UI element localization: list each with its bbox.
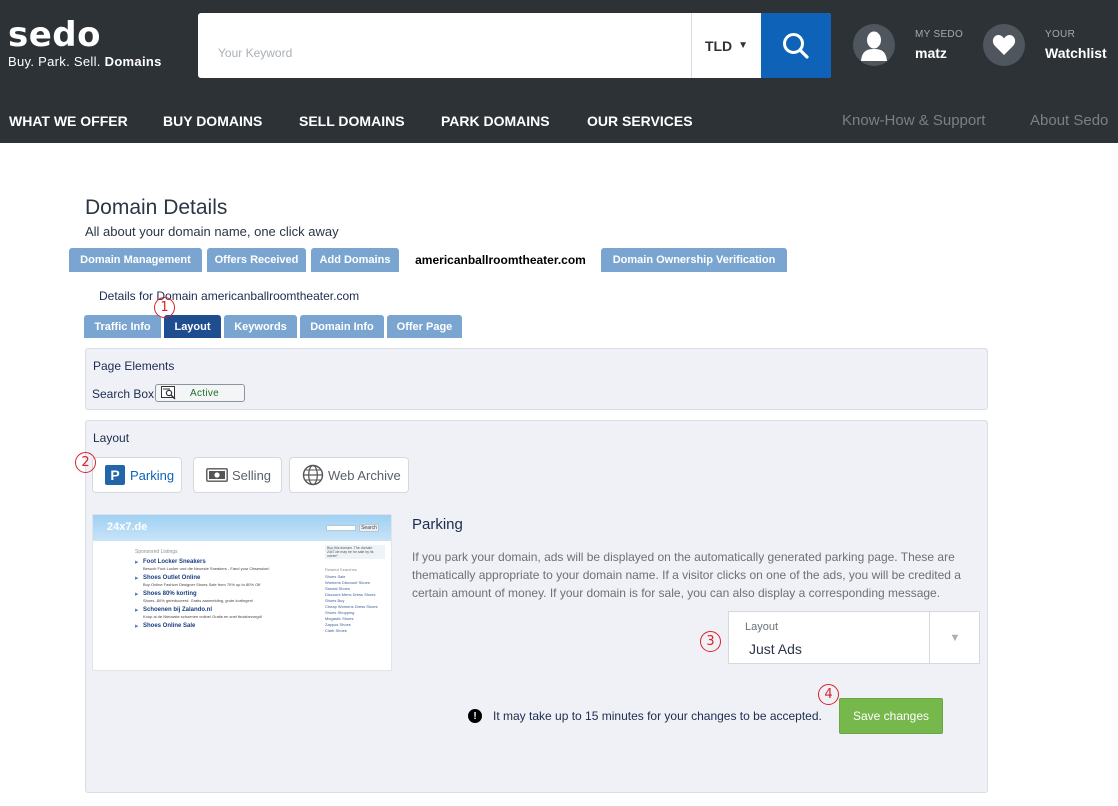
layout-title: Layout bbox=[93, 431, 130, 445]
my-sedo-caption: MY SEDO bbox=[915, 29, 964, 40]
watchlist-text: YOUR Watchlist bbox=[1045, 29, 1107, 61]
nav-know-how-support[interactable]: Know-How & Support bbox=[842, 112, 985, 129]
sedo-logo[interactable]: sedo Buy. Park. Sell. Domains bbox=[8, 18, 162, 69]
app-root: sedo Buy. Park. Sell. Domains TLD ▼ bbox=[0, 0, 1118, 806]
heart-icon bbox=[983, 24, 1025, 66]
tab-keywords[interactable]: Keywords bbox=[224, 315, 297, 338]
preview-listing: Shoes Outlet OnlineBuy Online Fashion De… bbox=[135, 574, 315, 587]
keyword-search-input[interactable] bbox=[198, 13, 691, 78]
tab-offer-page[interactable]: Offer Page bbox=[387, 315, 462, 338]
search-box-state: Active bbox=[190, 387, 220, 399]
preview-listings: Sponsored Listings Foot Locker SneakersB… bbox=[135, 549, 315, 634]
tab-layout[interactable]: Layout bbox=[164, 315, 221, 338]
preview-listing-title: Schoenen bij Zalando.nl bbox=[143, 607, 213, 613]
nav-our-services[interactable]: OUR SERVICES bbox=[587, 113, 693, 129]
tab-domain-management[interactable]: Domain Management bbox=[69, 248, 202, 272]
layout-option-selling-label: Selling bbox=[232, 467, 272, 483]
tab-traffic-info[interactable]: Traffic Info bbox=[84, 315, 161, 338]
preview-listing: Shoes Online Sale bbox=[135, 622, 315, 630]
save-changes-button[interactable]: Save changes bbox=[839, 698, 943, 734]
my-sedo-link[interactable]: MY SEDO matz bbox=[853, 24, 963, 66]
page-title: Domain Details bbox=[85, 196, 228, 219]
dropdown-arrow-icon: ▼ bbox=[929, 612, 980, 663]
tab-add-domains[interactable]: Add Domains bbox=[311, 248, 399, 272]
preview-logo: 24x7.de bbox=[107, 521, 148, 533]
watchlist-link[interactable]: YOUR Watchlist bbox=[983, 24, 1107, 66]
preview-listing: Shoes 80% kortingShoes -80% gereduceerd.… bbox=[135, 590, 315, 603]
tld-label: TLD bbox=[704, 37, 733, 54]
preview-search-button: Search bbox=[359, 524, 379, 532]
tab-current-domain[interactable]: americanballroomtheater.com bbox=[404, 248, 597, 272]
callout-marker: 4 bbox=[818, 684, 839, 705]
my-sedo-text: MY SEDO matz bbox=[915, 29, 963, 61]
parking-heading: Parking bbox=[412, 516, 463, 533]
parking-description: If you park your domain, ads will be dis… bbox=[412, 550, 961, 600]
nav-about-sedo[interactable]: About Sedo bbox=[1030, 112, 1108, 129]
preview-header: 24x7.de Search bbox=[93, 515, 391, 541]
callout-marker: 3 bbox=[700, 631, 721, 652]
search-button[interactable] bbox=[761, 13, 831, 78]
tab-domain-ownership-verification[interactable]: Domain Ownership Verification bbox=[601, 248, 787, 272]
preview-listing-desc: Buy Online Fashion Designer Shoes Sale f… bbox=[143, 582, 261, 587]
notice-message: ! It may take up to 15 minutes for your … bbox=[468, 709, 822, 723]
tagline-bold: Domains bbox=[104, 54, 162, 69]
preview-listing-desc: Koop al de Nieuwste schoenen online! Gra… bbox=[143, 614, 262, 619]
username: matz bbox=[915, 45, 947, 61]
parking-page-preview: 24x7.de Search Sponsored Listings Foot L… bbox=[92, 514, 392, 671]
layout-option-selling[interactable]: Selling bbox=[193, 457, 282, 493]
callout-marker: 1 bbox=[154, 297, 175, 318]
search-box-toggle[interactable]: Active bbox=[155, 384, 245, 402]
details-for-domain: Details for Domain americanballroomtheat… bbox=[99, 289, 360, 303]
nav-what-we-offer[interactable]: WHAT WE OFFER bbox=[9, 113, 128, 129]
preview-listing: Foot Locker SneakersBesuch Foot Locker u… bbox=[135, 558, 315, 571]
tld-dropdown[interactable]: TLD ▼ bbox=[691, 13, 761, 78]
preview-listings-header: Sponsored Listings bbox=[135, 549, 178, 555]
caret-down-icon: ▼ bbox=[738, 40, 749, 51]
preview-listing-title: Foot Locker Sneakers bbox=[143, 559, 206, 565]
preview-listing: Schoenen bij Zalando.nlKoop al de Nieuws… bbox=[135, 606, 315, 619]
logo-tagline: Buy. Park. Sell. Domains bbox=[8, 54, 162, 69]
nav-park-domains[interactable]: PARK DOMAINS bbox=[441, 113, 550, 129]
layout-option-parking[interactable]: P Parking bbox=[92, 457, 182, 493]
watchlist-caption: YOUR bbox=[1045, 29, 1076, 40]
page-elements-title: Page Elements bbox=[93, 359, 175, 373]
parking-icon: P bbox=[105, 465, 125, 485]
top-header: sedo Buy. Park. Sell. Domains TLD ▼ bbox=[0, 0, 1118, 143]
preview-search-field bbox=[326, 525, 356, 531]
money-icon bbox=[206, 468, 228, 482]
callout-marker: 2 bbox=[75, 452, 96, 473]
search-box-label: Search Box bbox=[92, 387, 155, 401]
preview-listing-title: Shoes 80% korting bbox=[143, 591, 197, 597]
logo-brand: sedo bbox=[8, 15, 101, 55]
search-icon bbox=[783, 32, 809, 59]
search-box-icon bbox=[160, 385, 178, 401]
preview-sidebar: Buy this domain. The domain 24x7.de may … bbox=[325, 545, 385, 634]
layout-select[interactable]: Layout Just Ads ▼ bbox=[728, 611, 980, 664]
watchlist-label: Watchlist bbox=[1045, 45, 1107, 61]
search-bar: TLD ▼ bbox=[198, 13, 831, 78]
layout-option-parking-label: Parking bbox=[130, 467, 175, 483]
preview-listing-title: Shoes Online Sale bbox=[143, 623, 196, 629]
tagline-prefix: Buy. Park. Sell. bbox=[8, 54, 105, 69]
tab-offers-received[interactable]: Offers Received bbox=[207, 248, 306, 272]
preview-side-header: Related Searches bbox=[325, 567, 357, 572]
user-avatar-icon bbox=[853, 24, 895, 66]
notice-text: It may take up to 15 minutes for your ch… bbox=[493, 709, 822, 723]
preview-listing-title: Shoes Outlet Online bbox=[143, 575, 201, 581]
globe-icon bbox=[302, 464, 324, 486]
preview-side-link: Clark Shoes bbox=[325, 628, 347, 633]
tab-domain-info[interactable]: Domain Info bbox=[300, 315, 384, 338]
preview-listing-desc: Besuch Foot Locker und die Neueste Sneak… bbox=[143, 566, 270, 571]
main-nav: WHAT WE OFFER BUY DOMAINS SELL DOMAINS P… bbox=[0, 112, 1118, 131]
layout-option-web-archive[interactable]: Web Archive bbox=[289, 457, 409, 493]
nav-sell-domains[interactable]: SELL DOMAINS bbox=[299, 113, 405, 129]
preview-side-box: Buy this domain. The domain 24x7.de may … bbox=[325, 545, 385, 559]
exclamation-icon: ! bbox=[468, 709, 482, 723]
page-subtitle: All about your domain name, one click aw… bbox=[85, 224, 339, 239]
preview-listing-desc: Shoes -80% gereduceerd. Gratis aanmeldin… bbox=[143, 598, 254, 603]
layout-select-value: Just Ads bbox=[749, 641, 802, 657]
layout-select-label: Layout bbox=[745, 621, 779, 633]
layout-option-web-archive-label: Web Archive bbox=[328, 467, 401, 483]
nav-buy-domains[interactable]: BUY DOMAINS bbox=[163, 113, 262, 129]
